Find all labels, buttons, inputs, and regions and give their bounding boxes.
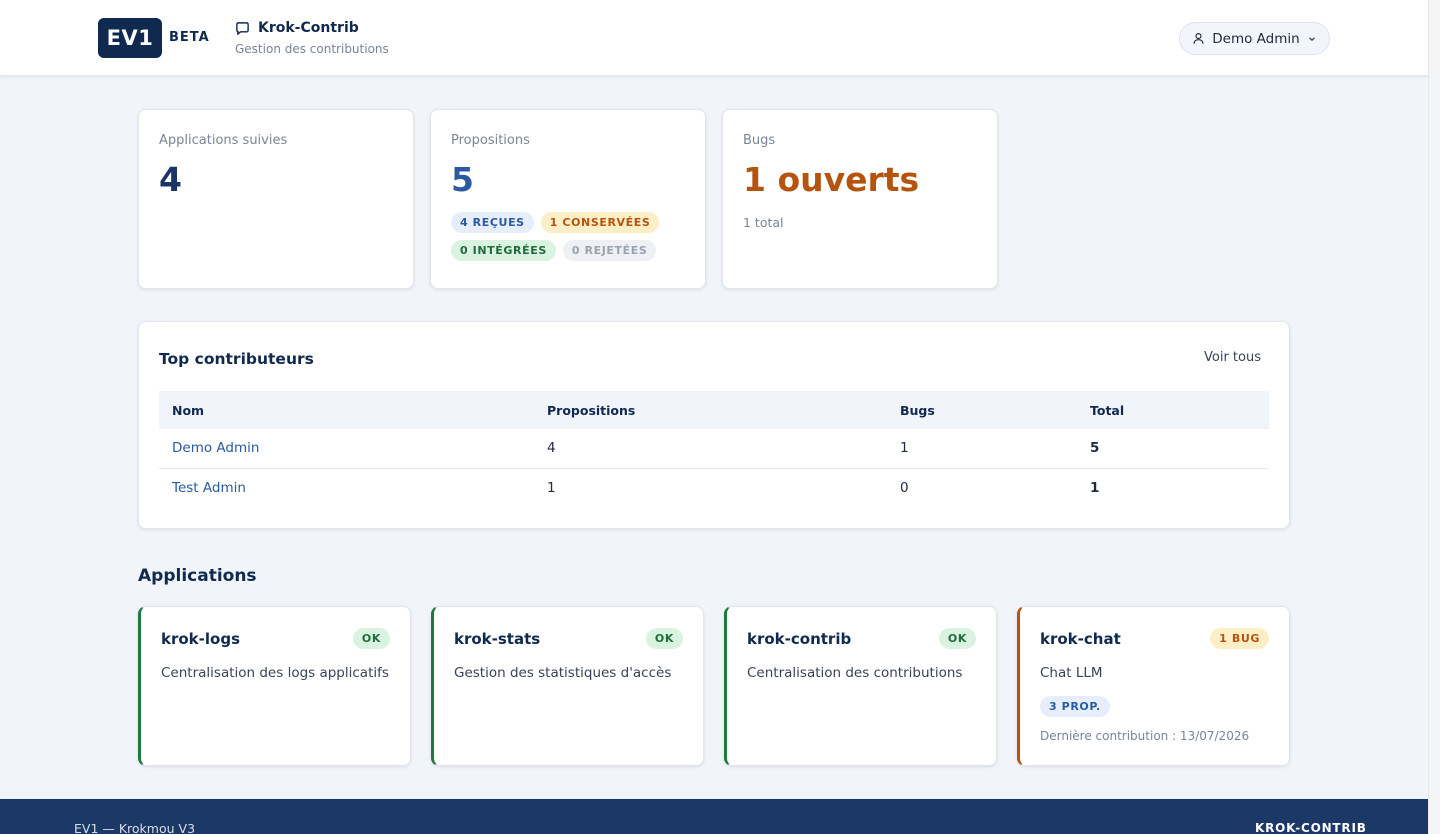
stat-subtext: 1 total [743,215,784,230]
cell-bugs: 0 [900,479,909,496]
status-badge: OK [352,628,390,649]
status-badge: 1 BUG [1210,628,1269,649]
app-description: Centralisation des contributions [747,665,963,681]
contributor-name-link[interactable]: Test Admin [159,468,534,507]
beta-badge: BETA [169,30,210,45]
stat-card-propositions: Propositions 5 4 REÇUES 1 CONSERVÉES 0 I… [430,109,706,289]
table-row: Demo Admin 4 1 5 [159,429,1269,469]
column-header[interactable]: Propositions [534,391,887,429]
user-menu-button[interactable]: Demo Admin [1179,22,1330,55]
app-description: Chat LLM [1040,665,1103,681]
footer: EV1 — Krokmou V3 KROK-CONTRIB [0,799,1428,834]
badge-rejetees: 0 REJETÉES [562,240,657,261]
status-badge: OK [938,628,976,649]
stat-value: 4 [159,160,182,199]
stat-label: Propositions [451,133,530,148]
contributors-table: Nom Propositions Bugs Total Demo Admin 4… [159,391,1269,507]
column-header[interactable]: Total [1077,391,1269,429]
badge-recues: 4 REÇUES [451,212,534,233]
logo[interactable]: EV1 [98,18,162,58]
app-name: krok-contrib [747,630,852,648]
app-name: krok-stats [454,630,541,648]
stat-card-bugs: Bugs 1 ouverts 1 total [722,109,998,289]
app-title[interactable]: Krok-Contrib [235,20,359,36]
stat-value: 5 [451,160,474,199]
table-header-row: Nom Propositions Bugs Total [159,391,1269,429]
stat-label: Bugs [743,133,776,148]
section-title: Top contributeurs [159,350,314,368]
view-all-link[interactable]: Voir tous [1204,350,1261,365]
app-description: Gestion des statistiques d'accès [454,665,672,681]
top-header: EV1 BETA Krok-Contrib Gestion des contri… [0,0,1428,76]
footer-credit: EV1 — Krokmou V3 [74,821,196,834]
user-name: Demo Admin [1212,30,1300,47]
stat-label: Applications suivies [159,133,288,148]
stat-value: 1 ouverts [743,160,920,199]
cell-propositions: 4 [534,429,887,469]
proposition-status-badges: 4 REÇUES 1 CONSERVÉES 0 INTÉGRÉES 0 REJE… [451,212,701,268]
column-header[interactable]: Nom [159,391,534,429]
status-badge: OK [645,628,683,649]
app-card-krok-stats[interactable]: krok-stats OK Gestion des statistiques d… [431,606,704,766]
applications-title: Applications [138,566,257,586]
app-name: krok-logs [161,630,240,648]
app-name: krok-chat [1040,630,1121,648]
stat-card-applications: Applications suivies 4 [138,109,414,289]
contributor-name-link[interactable]: Demo Admin [159,429,534,469]
app-card-krok-logs[interactable]: krok-logs OK Centralisation des logs app… [138,606,411,766]
cell-propositions: 1 [547,479,556,496]
app-description: Centralisation des logs applicatifs [161,665,389,681]
chat-bubble-icon [236,21,249,35]
badge-conservees: 1 CONSERVÉES [540,212,660,233]
app-subtitle: Gestion des contributions [235,42,389,56]
app-card-krok-contrib[interactable]: krok-contrib OK Centralisation des contr… [724,606,997,766]
vertical-scrollbar[interactable] [1428,0,1440,834]
user-icon [1193,33,1204,44]
cell-bugs: 1 [887,429,1077,469]
column-header[interactable]: Bugs [887,391,1077,429]
app-card-krok-chat[interactable]: krok-chat 1 BUG Chat LLM 3 PROP. Dernièr… [1017,606,1290,766]
table-row: Test Admin 1 0 1 [159,468,1269,507]
badge-integrees: 0 INTÉGRÉES [451,240,556,261]
last-contribution: Dernière contribution : 13/07/2026 [1040,729,1250,743]
chevron-down-icon [1308,36,1315,41]
proposals-badge: 3 PROP. [1040,696,1110,717]
top-contributors-card: Top contributeurs Voir tous Nom Proposit… [138,321,1290,529]
cell-total: 1 [1090,479,1100,496]
cell-total: 5 [1077,429,1269,469]
footer-app-name: KROK-CONTRIB [1255,821,1367,834]
app-title-text: Krok-Contrib [258,20,359,36]
